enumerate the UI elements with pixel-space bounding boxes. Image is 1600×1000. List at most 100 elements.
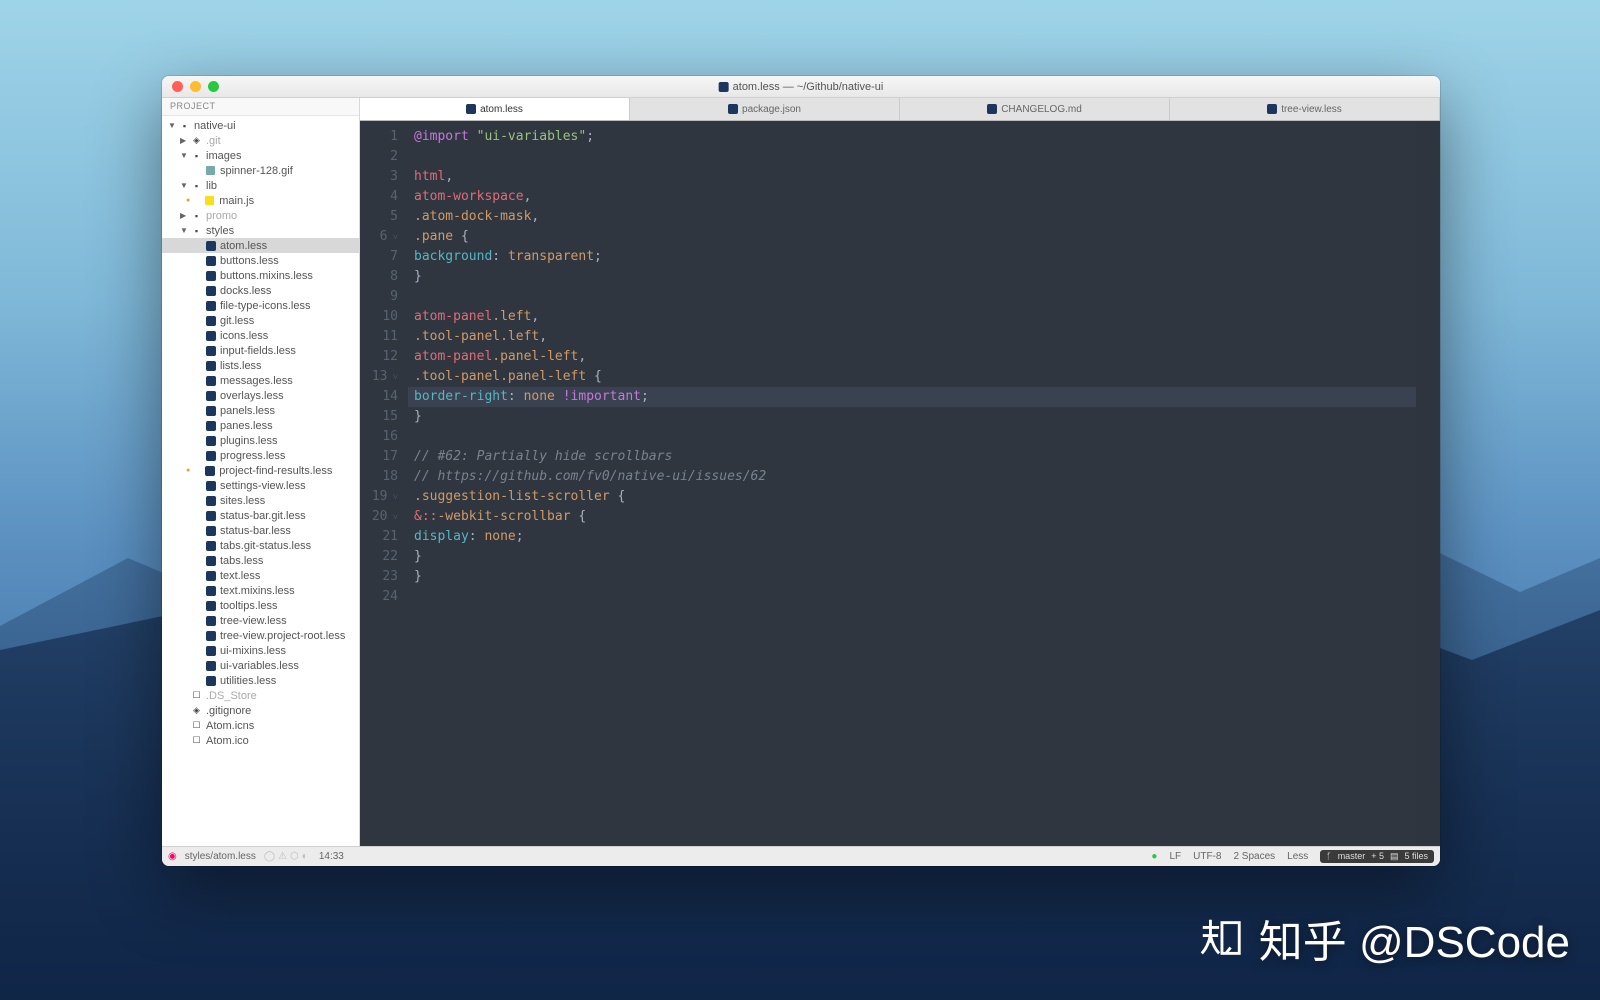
squirrel-icon[interactable]: ◉ xyxy=(168,851,177,862)
tree-item[interactable]: overlays.less xyxy=(162,388,359,403)
tree-item[interactable]: ☐.DS_Store xyxy=(162,688,359,703)
line-number[interactable]: 12 xyxy=(360,347,398,367)
status-path[interactable]: styles/atom.less xyxy=(185,851,256,862)
code-line[interactable]: atom-workspace, xyxy=(408,187,1416,207)
tree-item[interactable]: ▼▪native-ui xyxy=(162,118,359,133)
tab[interactable]: CHANGELOG.md xyxy=(900,98,1170,120)
tree-item[interactable]: ☐Atom.icns xyxy=(162,718,359,733)
code-line[interactable]: } xyxy=(408,567,1416,587)
tab[interactable]: atom.less xyxy=(360,98,630,120)
tree-item[interactable]: ☐Atom.ico xyxy=(162,733,359,748)
tab[interactable]: package.json xyxy=(630,98,900,120)
maximize-icon[interactable] xyxy=(208,81,219,92)
line-gutter[interactable]: 123456789101112131415161718192021222324 xyxy=(360,121,408,846)
tree-item[interactable]: ▶▪promo xyxy=(162,208,359,223)
line-number[interactable]: 19 xyxy=(360,487,398,507)
line-number[interactable]: 7 xyxy=(360,247,398,267)
code-line[interactable]: .suggestion-list-scroller { xyxy=(408,487,1416,507)
line-number[interactable]: 23 xyxy=(360,567,398,587)
line-number[interactable]: 1 xyxy=(360,127,398,147)
code-line[interactable] xyxy=(408,147,1416,167)
tree-item[interactable]: text.less xyxy=(162,568,359,583)
line-number[interactable]: 15 xyxy=(360,407,398,427)
disclosure-triangle-icon[interactable]: ▼ xyxy=(180,181,188,190)
tree-item[interactable]: status-bar.git.less xyxy=(162,508,359,523)
minimap[interactable] xyxy=(1416,121,1440,846)
disclosure-triangle-icon[interactable]: ▼ xyxy=(180,226,188,235)
line-number[interactable]: 4 xyxy=(360,187,398,207)
tree-item[interactable]: ui-mixins.less xyxy=(162,643,359,658)
line-number[interactable]: 24 xyxy=(360,587,398,607)
tree-item[interactable]: input-fields.less xyxy=(162,343,359,358)
code-line[interactable]: } xyxy=(408,547,1416,567)
minimize-icon[interactable] xyxy=(190,81,201,92)
line-number[interactable]: 2 xyxy=(360,147,398,167)
code-line[interactable]: } xyxy=(408,407,1416,427)
tree-item[interactable]: messages.less xyxy=(162,373,359,388)
tree-item[interactable]: ▼▪images xyxy=(162,148,359,163)
tree-item[interactable]: atom.less xyxy=(162,238,359,253)
tree-item[interactable]: utilities.less xyxy=(162,673,359,688)
disclosure-triangle-icon[interactable]: ▶ xyxy=(180,211,188,220)
encoding[interactable]: UTF-8 xyxy=(1193,851,1221,862)
tree-item[interactable]: text.mixins.less xyxy=(162,583,359,598)
code-line[interactable]: .atom-dock-mask, xyxy=(408,207,1416,227)
code-line[interactable]: border-right: none !important; xyxy=(408,387,1416,407)
tree-item[interactable]: ◈.gitignore xyxy=(162,703,359,718)
tree-item[interactable]: docks.less xyxy=(162,283,359,298)
line-ending[interactable]: LF xyxy=(1169,851,1181,862)
tree-item[interactable]: lists.less xyxy=(162,358,359,373)
code-line[interactable] xyxy=(408,287,1416,307)
line-number[interactable]: 18 xyxy=(360,467,398,487)
line-number[interactable]: 8 xyxy=(360,267,398,287)
tree-item[interactable]: tree-view.less xyxy=(162,613,359,628)
code-area[interactable]: 123456789101112131415161718192021222324 … xyxy=(360,121,1440,846)
tree-item[interactable]: buttons.mixins.less xyxy=(162,268,359,283)
code-line[interactable]: background: transparent; xyxy=(408,247,1416,267)
tree-item[interactable]: file-type-icons.less xyxy=(162,298,359,313)
tree-item[interactable]: tree-view.project-root.less xyxy=(162,628,359,643)
line-number[interactable]: 14 xyxy=(360,387,398,407)
line-number[interactable]: 10 xyxy=(360,307,398,327)
disclosure-triangle-icon[interactable]: ▼ xyxy=(168,121,176,130)
tree-item[interactable]: git.less xyxy=(162,313,359,328)
code-line[interactable]: // https://github.com/fv0/native-ui/issu… xyxy=(408,467,1416,487)
disclosure-triangle-icon[interactable]: ▶ xyxy=(180,136,188,145)
line-number[interactable]: 3 xyxy=(360,167,398,187)
tree-item[interactable]: ▼▪lib xyxy=(162,178,359,193)
tree-item[interactable]: tooltips.less xyxy=(162,598,359,613)
git-status-pill[interactable]: ᚶ master + 5 ▤ 5 files xyxy=(1320,850,1434,863)
code-line[interactable]: html, xyxy=(408,167,1416,187)
tree-item[interactable]: project-find-results.less xyxy=(162,463,359,478)
disclosure-triangle-icon[interactable]: ▼ xyxy=(180,151,188,160)
code-line[interactable]: .tool-panel.left, xyxy=(408,327,1416,347)
line-number[interactable]: 20 xyxy=(360,507,398,527)
tree-item[interactable]: tabs.less xyxy=(162,553,359,568)
tree-item[interactable]: status-bar.less xyxy=(162,523,359,538)
code-line[interactable] xyxy=(408,587,1416,607)
code-line[interactable]: .pane { xyxy=(408,227,1416,247)
code-line[interactable]: @import "ui-variables"; xyxy=(408,127,1416,147)
code-line[interactable]: } xyxy=(408,267,1416,287)
tree-item[interactable]: spinner-128.gif xyxy=(162,163,359,178)
tree-item[interactable]: ▼▪styles xyxy=(162,223,359,238)
tree-item[interactable]: settings-view.less xyxy=(162,478,359,493)
code-line[interactable]: display: none; xyxy=(408,527,1416,547)
line-number[interactable]: 13 xyxy=(360,367,398,387)
tree-item[interactable]: buttons.less xyxy=(162,253,359,268)
tree-item[interactable]: panes.less xyxy=(162,418,359,433)
tree-item[interactable]: ui-variables.less xyxy=(162,658,359,673)
line-number[interactable]: 5 xyxy=(360,207,398,227)
tree-item[interactable]: sites.less xyxy=(162,493,359,508)
tree-item[interactable]: plugins.less xyxy=(162,433,359,448)
line-number[interactable]: 11 xyxy=(360,327,398,347)
code-line[interactable]: // #62: Partially hide scrollbars xyxy=(408,447,1416,467)
line-number[interactable]: 6 xyxy=(360,227,398,247)
line-number[interactable]: 21 xyxy=(360,527,398,547)
tree-item[interactable]: icons.less xyxy=(162,328,359,343)
line-number[interactable]: 9 xyxy=(360,287,398,307)
tree-item[interactable]: ▶◈.git xyxy=(162,133,359,148)
indent-setting[interactable]: 2 Spaces xyxy=(1233,851,1275,862)
code-line[interactable]: .tool-panel.panel-left { xyxy=(408,367,1416,387)
code-line[interactable]: &::-webkit-scrollbar { xyxy=(408,507,1416,527)
